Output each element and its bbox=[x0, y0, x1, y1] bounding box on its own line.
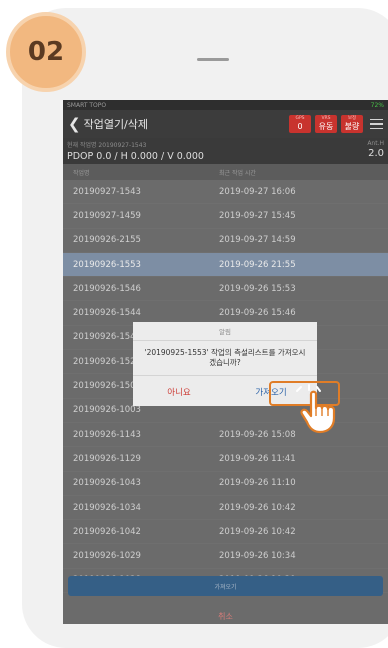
column-header-time: 최근 작업 시간 bbox=[219, 169, 256, 177]
job-name: 20190926-1544 bbox=[73, 308, 141, 319]
job-name: 20190926-1029 bbox=[73, 551, 141, 562]
current-job-label: 현재 작업명 20190927-1543 bbox=[67, 142, 147, 149]
table-header: 작업명 최근 작업 시간 bbox=[63, 164, 388, 180]
column-header-name: 작업명 bbox=[73, 169, 90, 177]
table-row[interactable]: 20190926-1034 2019-09-26 10:42 bbox=[63, 496, 388, 521]
table-row[interactable]: 20190926-1042 2019-09-26 10:42 bbox=[63, 520, 388, 545]
cancel-button[interactable]: 취소 bbox=[63, 608, 388, 624]
vrs-value: 유동 bbox=[318, 121, 334, 131]
vrs-indicator[interactable]: VRS 유동 bbox=[315, 115, 337, 133]
app-bar: ❮ 작업열기/삭제 GPS 0 VRS 유동 보정 불량 bbox=[63, 110, 388, 138]
job-time: 2019-09-26 10:42 bbox=[219, 502, 296, 513]
status-bar: SMART TOPO 72% bbox=[63, 100, 388, 110]
job-time: 2019-09-27 15:45 bbox=[219, 210, 296, 221]
app-screen: SMART TOPO 72% ❮ 작업열기/삭제 GPS 0 VRS 유동 보정… bbox=[63, 100, 388, 624]
job-time: 2019-09-26 10:42 bbox=[219, 526, 296, 537]
job-name: 20190926-1043 bbox=[73, 478, 141, 489]
load-button[interactable]: 가져오기 bbox=[68, 576, 383, 596]
job-time: 2019-09-26 15:53 bbox=[219, 283, 296, 294]
menu-icon[interactable] bbox=[370, 118, 383, 130]
dialog-message: '20190925-1553' 작업의 측설리스트를 가져오시겠습니까? bbox=[144, 348, 306, 367]
table-row[interactable]: 20190926-1129 2019-09-26 11:41 bbox=[63, 447, 388, 472]
gps-value: 0 bbox=[297, 121, 303, 131]
job-name: 20190926-1143 bbox=[73, 429, 141, 440]
step-number: 02 bbox=[27, 37, 65, 67]
precision-readout: PDOP 0.0 / H 0.000 / V 0.000 bbox=[67, 151, 204, 162]
table-row[interactable]: 20190926-1546 2019-09-26 15:53 bbox=[63, 277, 388, 302]
job-name: 20190926-1129 bbox=[73, 453, 141, 464]
antenna-height-value: 2.0 bbox=[368, 148, 384, 159]
job-time: 2019-09-26 15:08 bbox=[219, 429, 296, 440]
home-indicator bbox=[197, 58, 229, 61]
correction-value: 불량 bbox=[344, 121, 360, 131]
pointing-hand-icon bbox=[296, 384, 336, 434]
table-row[interactable]: 20190927-1459 2019-09-27 15:45 bbox=[63, 204, 388, 229]
job-name: 20190927-1543 bbox=[73, 186, 141, 197]
back-arrow-icon[interactable]: ❮ bbox=[68, 116, 81, 132]
battery-indicator: 72% bbox=[370, 101, 384, 109]
job-time: 2019-09-26 15:46 bbox=[219, 308, 296, 319]
job-name: 20190926-2155 bbox=[73, 235, 141, 246]
job-name: 20190926-1042 bbox=[73, 526, 141, 537]
info-strip: 현재 작업명 20190927-1543 PDOP 0.0 / H 0.000 … bbox=[63, 138, 388, 164]
job-time: 2019-09-26 11:10 bbox=[219, 478, 296, 489]
gps-indicator[interactable]: GPS 0 bbox=[289, 115, 311, 133]
job-name: 20190927-1459 bbox=[73, 210, 141, 221]
job-time: 2019-09-27 16:06 bbox=[219, 186, 296, 197]
job-time: 2019-09-26 10:34 bbox=[219, 551, 296, 562]
step-badge: 02 bbox=[6, 12, 86, 92]
dialog-no-button[interactable]: 아니요 bbox=[133, 376, 225, 407]
status-app-name: SMART TOPO bbox=[67, 101, 107, 109]
job-name: 20190926-1034 bbox=[73, 502, 141, 513]
job-name: 20190926-1553 bbox=[73, 259, 141, 270]
table-row[interactable]: 20190926-1553 2019-09-26 21:55 bbox=[63, 252, 388, 278]
page-title: 작업열기/삭제 bbox=[83, 118, 149, 131]
table-row[interactable]: 20190926-1043 2019-09-26 11:10 bbox=[63, 472, 388, 496]
job-time: 2019-09-27 14:59 bbox=[219, 235, 296, 246]
table-row[interactable]: 20190926-2155 2019-09-27 14:59 bbox=[63, 229, 388, 253]
job-time: 2019-09-26 11:41 bbox=[219, 453, 296, 464]
antenna-height-label: Ant.H bbox=[367, 140, 384, 147]
table-row[interactable]: 20190927-1543 2019-09-27 16:06 bbox=[63, 180, 388, 205]
job-time: 2019-09-26 21:55 bbox=[219, 259, 296, 270]
dialog-title: 알림 bbox=[133, 322, 317, 341]
job-name: 20190926-1546 bbox=[73, 283, 141, 294]
correction-indicator[interactable]: 보정 불량 bbox=[341, 115, 363, 133]
table-row[interactable]: 20190926-1029 2019-09-26 10:34 bbox=[63, 544, 388, 569]
